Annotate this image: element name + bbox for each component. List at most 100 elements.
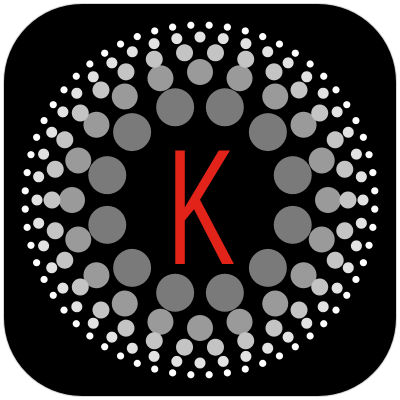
ring-2-dot	[111, 290, 138, 317]
ring-4-dot	[38, 148, 50, 160]
ring-4-dot	[194, 357, 206, 369]
ring-5-dot	[365, 241, 373, 249]
ring-5-dot	[133, 33, 141, 41]
ring-2-dot	[59, 187, 85, 213]
letter-k-logo: K	[167, 116, 235, 300]
ring-5-dot	[223, 23, 231, 31]
ring-2-dot	[226, 65, 253, 92]
ring-4-dot	[342, 126, 354, 138]
ring-4-dot	[301, 317, 313, 329]
ring-2-dot	[187, 59, 213, 85]
ring-4-dot	[282, 57, 294, 69]
ring-5-dot	[60, 306, 68, 314]
ring-3-dot	[311, 104, 329, 122]
ring-5-dot	[291, 49, 299, 57]
ring-3-dot	[145, 50, 163, 68]
ring-5-dot	[60, 86, 68, 94]
ring-4-dot	[87, 71, 99, 83]
ring-5-dot	[86, 332, 94, 340]
ring-5-dot	[352, 116, 360, 125]
ring-3-dot	[237, 50, 255, 68]
ring-5-dot	[86, 60, 94, 68]
ring-4-dot	[71, 301, 83, 313]
ring-5-dot	[101, 49, 109, 57]
ring-2-dot	[262, 290, 289, 317]
ring-3-dot	[336, 160, 354, 178]
ring-5-dot	[23, 223, 31, 231]
ring-4-dot	[87, 317, 99, 329]
ring-4-dot	[106, 57, 118, 69]
ring-3-dot	[290, 301, 308, 319]
ring-3-dot	[339, 191, 357, 209]
ring-5-dot	[40, 116, 48, 125]
ring-5-dot	[151, 365, 159, 373]
ring-4-dot	[171, 33, 183, 45]
ring-1-dot	[248, 113, 287, 152]
ring-4-dot	[46, 262, 58, 274]
ring-3-dot	[326, 251, 344, 269]
ring-5-dot	[291, 343, 299, 351]
ring-5-dot	[359, 133, 367, 141]
ring-5-dot	[241, 365, 249, 373]
ring-5-dot	[332, 86, 340, 94]
ring-4-dot	[355, 171, 367, 183]
ring-4-dot	[148, 38, 160, 50]
ring-5-dot	[332, 306, 340, 314]
ring-4-dot	[262, 46, 274, 58]
ring-5-dot	[275, 352, 284, 360]
ring-5-dot	[275, 40, 284, 48]
ring-5-dot	[21, 205, 29, 213]
ring-4-dot	[57, 282, 69, 294]
ring-3-dot	[237, 332, 255, 350]
icon-stage: K	[0, 0, 400, 400]
ring-4-dot	[240, 38, 252, 50]
ring-2-dot	[226, 308, 253, 335]
ring-2-dot	[147, 308, 174, 335]
ring-4-dot	[194, 31, 206, 43]
ring-2-dot	[65, 226, 92, 253]
ring-4-dot	[240, 350, 252, 362]
ring-3-dot	[117, 63, 135, 81]
ring-5-dot	[21, 187, 29, 195]
ring-4-dot	[355, 217, 367, 229]
ring-5-dot	[27, 151, 35, 159]
ring-5-dot	[116, 352, 125, 360]
ring-1-dot	[248, 248, 287, 287]
ring-5-dot	[169, 23, 177, 31]
ring-3-dot	[145, 332, 163, 350]
ring-5-dot	[371, 205, 379, 213]
ring-5-dot	[369, 169, 377, 177]
ring-4-dot	[357, 194, 369, 206]
ring-3-dot	[206, 338, 224, 356]
ring-3-dot	[290, 81, 308, 99]
ring-2-dot	[65, 147, 92, 174]
ring-5-dot	[259, 359, 267, 367]
ring-4-dot	[317, 87, 329, 99]
ring-3-dot	[336, 222, 354, 240]
ring-5-dot	[116, 40, 125, 48]
ring-3-dot	[265, 63, 283, 81]
ring-5-dot	[33, 133, 41, 141]
ring-4-dot	[350, 240, 362, 252]
ring-2-dot	[262, 83, 289, 110]
app-icon[interactable]: K	[4, 4, 396, 396]
ring-3-dot	[46, 222, 64, 240]
ring-5-dot	[49, 101, 57, 109]
ring-5-dot	[352, 275, 360, 284]
ring-3-dot	[43, 191, 61, 209]
ring-5-dot	[187, 21, 195, 29]
ring-5-dot	[49, 291, 57, 299]
ring-4-dot	[331, 106, 343, 118]
ring-5-dot	[306, 332, 314, 340]
ring-4-dot	[71, 87, 83, 99]
ring-3-dot	[176, 338, 194, 356]
ring-4-dot	[342, 262, 354, 274]
ring-5-dot	[223, 369, 231, 377]
ring-4-dot	[126, 46, 138, 58]
ring-4-dot	[217, 33, 229, 45]
ring-4-dot	[31, 194, 43, 206]
ring-3-dot	[117, 319, 135, 337]
ring-1-dot	[113, 248, 152, 287]
ring-3-dot	[206, 44, 224, 62]
ring-1-dot	[88, 156, 127, 195]
